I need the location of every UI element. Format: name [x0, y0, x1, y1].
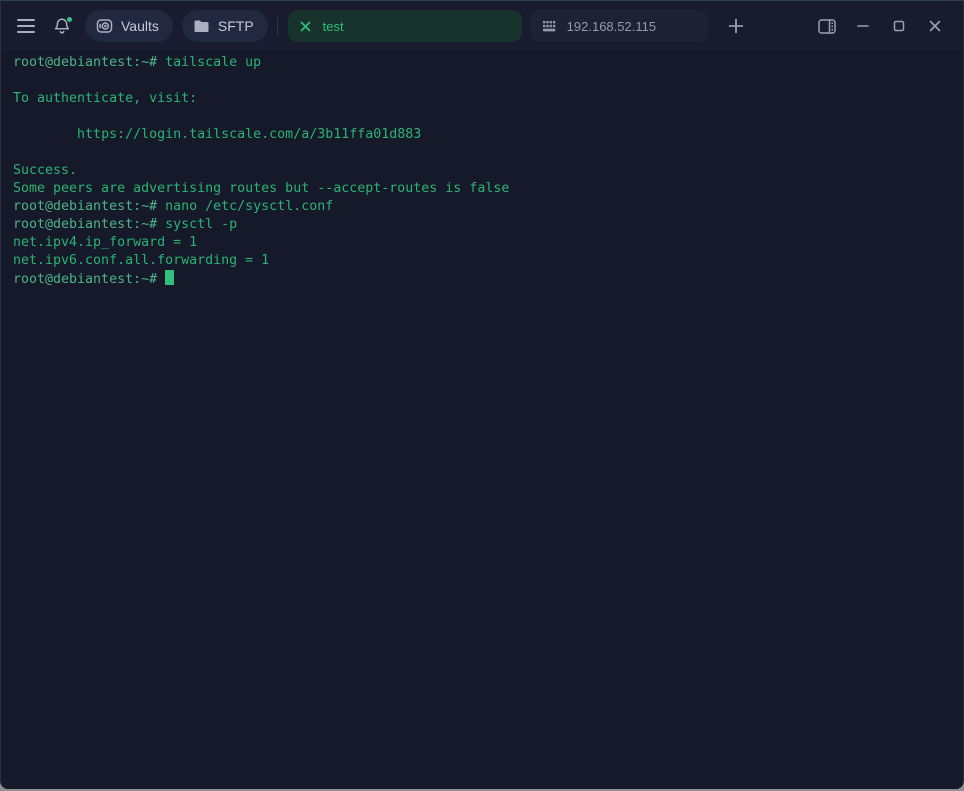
vaults-label: Vaults: [121, 18, 159, 34]
terminal-text-prompt: root@debiantest:~#: [13, 55, 165, 70]
notifications-button[interactable]: [48, 12, 76, 40]
close-tab-icon[interactable]: [300, 21, 311, 32]
terminal-line: root@debiantest:~# sysctl -p: [13, 216, 951, 234]
tab-host-label: 192.168.52.115: [567, 19, 656, 34]
terminal-text-output: net.ipv6.conf.all.forwarding = 1: [13, 253, 269, 268]
toggle-panel-button[interactable]: [813, 12, 841, 40]
terminal-line: [13, 72, 951, 90]
maximize-button[interactable]: [885, 12, 913, 40]
tab-bar: Vaults SFTP test 192.168.52.115: [1, 1, 963, 51]
close-icon: [928, 19, 942, 33]
notification-dot: [66, 16, 73, 23]
terminal-text-prompt: root@debiantest:~#: [13, 199, 165, 214]
terminal-text-output: net.ipv4.ip_forward = 1: [13, 235, 197, 250]
vaults-button[interactable]: Vaults: [85, 10, 173, 42]
host-grid-icon: [542, 20, 557, 33]
close-button[interactable]: [921, 12, 949, 40]
terminal-line: Some peers are advertising routes but --…: [13, 180, 951, 198]
terminal-line: Success.: [13, 162, 951, 180]
terminal-text-prompt: root@debiantest:~#: [13, 272, 165, 287]
terminal-text-output: Some peers are advertising routes but --…: [13, 181, 509, 196]
terminal-line: root@debiantest:~# tailscale up: [13, 54, 951, 72]
vault-icon: [96, 18, 113, 35]
folder-icon: [193, 19, 210, 34]
menu-button[interactable]: [12, 12, 40, 40]
hamburger-icon: [17, 19, 35, 33]
terminal-line: net.ipv4.ip_forward = 1: [13, 234, 951, 252]
maximize-icon: [892, 19, 906, 33]
terminal-cursor: [165, 270, 174, 285]
terminal-line: net.ipv6.conf.all.forwarding = 1: [13, 252, 951, 270]
terminal-line: https://login.tailscale.com/a/3b11ffa01d…: [13, 126, 951, 144]
new-tab-button[interactable]: [722, 12, 750, 40]
terminal-text-command: sysctl -p: [165, 217, 237, 232]
terminal-text-prompt: root@debiantest:~#: [13, 217, 165, 232]
window-controls: [813, 12, 949, 40]
terminal-line: [13, 144, 951, 162]
plus-icon: [728, 18, 744, 34]
terminal-line: To authenticate, visit:: [13, 90, 951, 108]
terminal-text-output: Success.: [13, 163, 77, 178]
tab-host[interactable]: 192.168.52.115: [530, 10, 708, 42]
terminal-text-command: nano /etc/sysctl.conf: [165, 199, 333, 214]
sftp-button[interactable]: SFTP: [182, 10, 268, 42]
minimize-icon: [856, 19, 870, 33]
side-panel-icon: [818, 19, 836, 34]
terminal-link[interactable]: https://login.tailscale.com/a/3b11ffa01d…: [77, 127, 421, 142]
minimize-button[interactable]: [849, 12, 877, 40]
terminal-output[interactable]: root@debiantest:~# tailscale up To authen…: [1, 51, 963, 789]
sftp-label: SFTP: [218, 18, 254, 34]
terminal-line: [13, 108, 951, 126]
terminal-line: root@debiantest:~#: [13, 270, 951, 288]
terminal-text-output: To authenticate, visit:: [13, 91, 197, 106]
tab-divider: [277, 17, 278, 35]
app-window: Vaults SFTP test 192.168.52.115: [0, 0, 964, 789]
tab-test[interactable]: test: [288, 10, 522, 42]
tab-test-label: test: [323, 19, 344, 34]
terminal-text-output: [13, 127, 77, 142]
terminal-text-command: tailscale up: [165, 55, 261, 70]
terminal-line: root@debiantest:~# nano /etc/sysctl.conf: [13, 198, 951, 216]
